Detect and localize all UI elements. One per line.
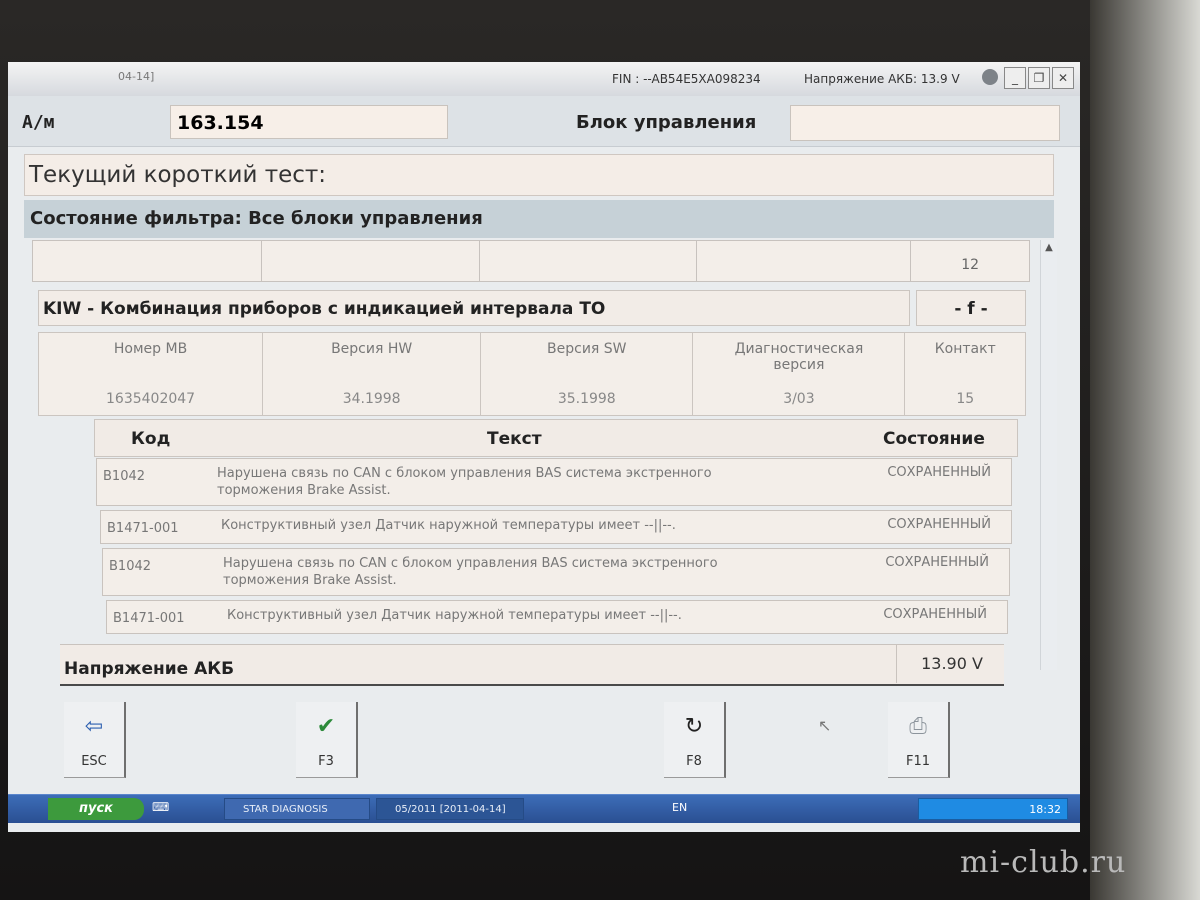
app-window: 04-14] FIN : --AB54E5XA098234 Напряжение… bbox=[8, 62, 1080, 832]
fault-state: СОХРАНЕННЫЙ bbox=[887, 465, 991, 480]
esc-button[interactable]: ⇦ ESC bbox=[64, 702, 126, 778]
f3-button[interactable]: ✔ F3 bbox=[296, 702, 358, 778]
table-row[interactable]: B1471-001 Конструктивный узел Датчик нар… bbox=[100, 510, 1012, 544]
info-col-diag: Диагностическая версия 3/03 bbox=[693, 333, 906, 415]
info-header: Версия SW bbox=[547, 341, 627, 357]
keyboard-icon[interactable]: ⌨ bbox=[152, 800, 169, 814]
table-row[interactable]: B1471-001 Конструктивный узел Датчик нар… bbox=[106, 600, 1008, 634]
title-bar: 04-14] FIN : --AB54E5XA098234 Напряжение… bbox=[8, 62, 1080, 97]
vehicle-field[interactable]: 163.154 bbox=[170, 105, 448, 139]
status-icon bbox=[982, 69, 998, 85]
watermark: mi-club.ru bbox=[960, 845, 1127, 880]
module-info-grid: Номер MB 1635402047 Версия HW 34.1998 Ве… bbox=[38, 332, 1026, 416]
title-voltage: Напряжение АКБ: 13.9 V bbox=[804, 72, 960, 86]
system-tray: 18:32 bbox=[918, 798, 1068, 820]
info-col-contact: Контакт 15 bbox=[905, 333, 1025, 415]
info-col-mb: Номер MB 1635402047 bbox=[39, 333, 264, 415]
col-text-header: Текст bbox=[487, 429, 542, 449]
grid-cell-contact: 12 bbox=[961, 257, 980, 273]
fault-state: СОХРАНЕННЫЙ bbox=[883, 607, 987, 622]
vehicle-label: А/м bbox=[22, 112, 55, 133]
refresh-icon: ↻ bbox=[684, 714, 704, 739]
info-header: Версия HW bbox=[331, 341, 413, 357]
f11-key-label: F11 bbox=[905, 754, 931, 769]
module-title[interactable]: KIW - Комбинация приборов с индикацией и… bbox=[38, 290, 910, 326]
control-unit-field[interactable] bbox=[790, 105, 1060, 141]
exit-door-icon: ⇦ bbox=[84, 714, 104, 739]
info-col-hw: Версия HW 34.1998 bbox=[263, 333, 482, 415]
battery-value: 13.90 V bbox=[896, 645, 1007, 683]
table-row[interactable]: B1042 Нарушена связь по CAN с блоком упр… bbox=[102, 548, 1010, 596]
battery-row: Напряжение АКБ 13.90 V bbox=[60, 644, 1004, 686]
filter-status: Состояние фильтра: Все блоки управления bbox=[24, 200, 1054, 238]
fault-state: СОХРАНЕННЫЙ bbox=[885, 555, 989, 570]
start-button[interactable]: пуск bbox=[48, 798, 144, 820]
vertical-scrollbar[interactable]: ▲ bbox=[1040, 240, 1057, 670]
clock: 18:32 bbox=[1029, 803, 1061, 816]
grid-cell bbox=[697, 241, 912, 281]
battery-label: Напряжение АКБ bbox=[64, 659, 235, 679]
info-col-sw: Версия SW 35.1998 bbox=[481, 333, 694, 415]
info-value: 35.1998 bbox=[557, 391, 616, 407]
fault-text: Нарушена связь по CAN с блоком управлени… bbox=[217, 466, 712, 498]
f8-key-label: F8 bbox=[686, 754, 702, 769]
fault-text: Нарушена связь по CAN с блоком управлени… bbox=[223, 556, 718, 588]
fault-text: Конструктивный узел Датчик наружной темп… bbox=[221, 518, 676, 533]
col-code-header: Код bbox=[131, 429, 171, 449]
minimize-button[interactable]: _ bbox=[1004, 67, 1026, 89]
info-header: Диагностическая версия bbox=[734, 341, 864, 373]
checkmark-icon: ✔ bbox=[316, 714, 336, 739]
grid-cell bbox=[262, 241, 481, 281]
scroll-up-icon[interactable]: ▲ bbox=[1041, 240, 1057, 256]
f8-button[interactable]: ↻ F8 bbox=[664, 702, 726, 778]
fault-code: B1042 bbox=[103, 469, 146, 484]
background-wall bbox=[1090, 0, 1200, 900]
info-value: 34.1998 bbox=[342, 391, 401, 407]
taskbar-star-diagnosis[interactable]: STAR DIAGNOSIS bbox=[224, 798, 370, 820]
taskbar-active-window[interactable]: 05/2011 [2011-04-14] bbox=[376, 798, 524, 820]
esc-key-label: ESC bbox=[81, 754, 107, 769]
info-value: 15 bbox=[956, 391, 975, 407]
fin-label: FIN : --AB54E5XA098234 bbox=[612, 72, 761, 86]
taskbar: пуск ⌨ STAR DIAGNOSIS 05/2011 [2011-04-1… bbox=[8, 794, 1080, 823]
info-header: Номер MB bbox=[113, 341, 188, 357]
current-test-label: Текущий короткий тест: bbox=[24, 154, 1054, 196]
close-button[interactable]: ✕ bbox=[1052, 67, 1074, 89]
f3-key-label: F3 bbox=[318, 754, 334, 769]
info-value: 1635402047 bbox=[106, 391, 196, 407]
restore-button[interactable]: ❐ bbox=[1028, 67, 1050, 89]
fault-code: B1471-001 bbox=[113, 611, 185, 626]
info-header: Контакт bbox=[934, 341, 996, 357]
table-row[interactable]: B1042 Нарушена связь по CAN с блоком упр… bbox=[96, 458, 1012, 506]
language-indicator[interactable]: EN bbox=[672, 801, 687, 814]
mouse-cursor-icon: ↖ bbox=[818, 716, 832, 735]
vehicle-row: А/м 163.154 Блок управления bbox=[8, 96, 1080, 147]
info-value: 3/03 bbox=[783, 391, 815, 407]
grid-cell bbox=[33, 241, 262, 281]
printer-icon: ⎙ bbox=[909, 714, 927, 739]
previous-module-row: 12 bbox=[32, 240, 1030, 282]
grid-cell bbox=[480, 241, 697, 281]
title-date: 04-14] bbox=[118, 70, 155, 83]
fault-state: СОХРАНЕННЫЙ bbox=[887, 517, 991, 532]
error-table-header: Код Текст Состояние bbox=[94, 419, 1018, 457]
fault-code: B1471-001 bbox=[107, 521, 179, 536]
module-flag: - f - bbox=[916, 290, 1026, 326]
control-unit-label: Блок управления bbox=[576, 112, 757, 133]
f11-button[interactable]: ⎙ F11 bbox=[888, 702, 950, 778]
fault-text: Конструктивный узел Датчик наружной темп… bbox=[227, 608, 682, 623]
col-state-header: Состояние bbox=[883, 429, 985, 449]
fault-code: B1042 bbox=[109, 559, 152, 574]
